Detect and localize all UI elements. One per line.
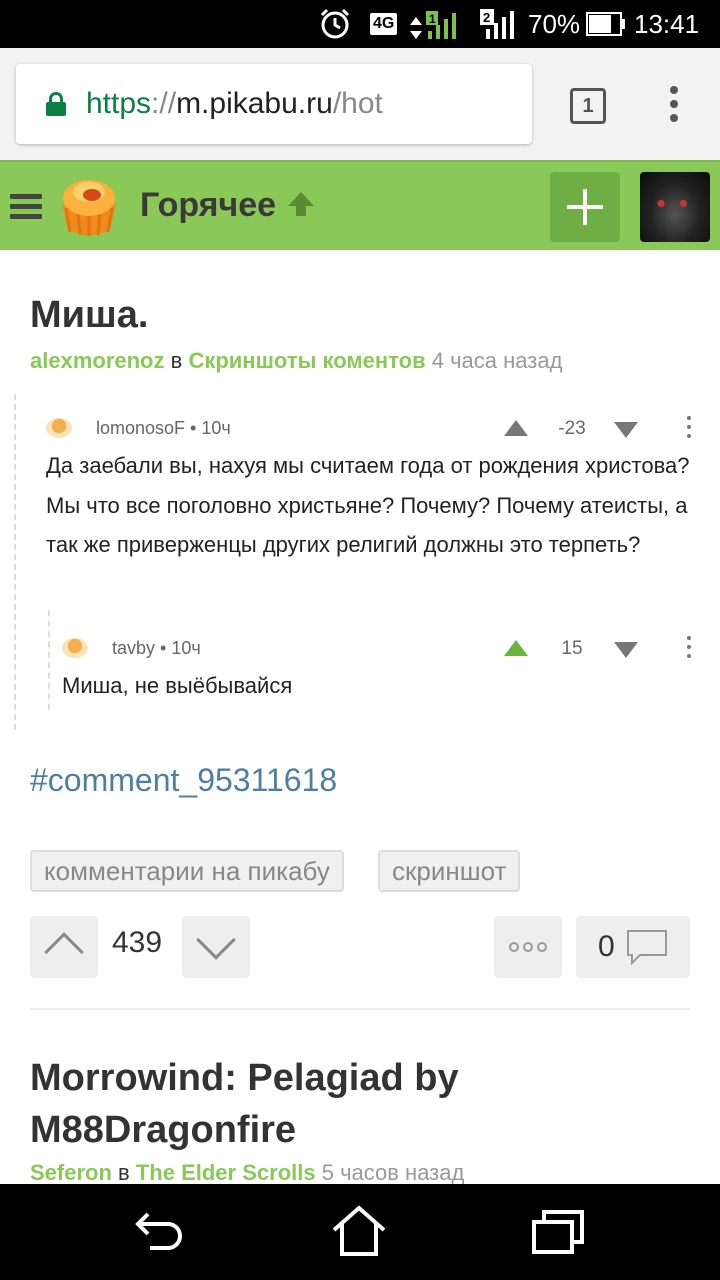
comments-count: 0 (598, 930, 615, 963)
network-type-icon: 4G (370, 0, 398, 48)
add-post-button[interactable] (550, 172, 620, 242)
chevron-up-icon (44, 932, 84, 972)
post-meta: Seferon в The Elder Scrolls 5 часов наза… (30, 1160, 465, 1185)
chevron-down-icon (196, 920, 236, 960)
comment-score: -23 (558, 418, 586, 439)
pikabu-logo-icon[interactable] (56, 174, 122, 240)
comment-more-icon (686, 636, 692, 662)
post-time: 4 часа назад (431, 348, 563, 373)
tag[interactable]: комментарии на пикабу (30, 850, 344, 892)
hamburger-menu-icon[interactable] (10, 194, 42, 220)
tag[interactable]: скриншот (378, 850, 521, 892)
comment-more-icon (686, 416, 692, 442)
downvote-button[interactable] (182, 916, 250, 978)
status-bar: 4G 1 2 70% 13:41 (0, 0, 720, 48)
thread-line (14, 394, 16, 730)
battery-percent: 70% (528, 8, 581, 39)
comment-downvote-icon (614, 422, 638, 438)
thread-line (48, 610, 50, 710)
comment-avatar (46, 418, 72, 438)
url-text: https://m.pikabu.ru/hot (86, 87, 383, 120)
comment-text: Да заебали вы, нахуя мы считаем года от … (46, 453, 690, 557)
site-header: Горячее (0, 160, 720, 250)
post-rating: 439 (112, 926, 163, 959)
post-community-link[interactable]: Скриншоты коментов (188, 348, 425, 373)
comment-bubble-icon (626, 929, 668, 970)
home-icon[interactable] (330, 1204, 388, 1263)
post-more-button[interactable] (494, 916, 562, 978)
svg-text:1: 1 (429, 12, 436, 26)
post-image-screenshot[interactable]: lomonosoF • 10ч -23 Да заебали вы, нахуя… (14, 394, 720, 730)
sort-arrow-up-icon[interactable] (286, 190, 316, 223)
comment-downvote-icon (614, 642, 638, 658)
comment-text: Миша, не выёбывайся (62, 673, 293, 698)
svg-text:2: 2 (483, 10, 490, 25)
post-author-link[interactable]: Seferon (30, 1160, 112, 1185)
comment-avatar (62, 638, 88, 658)
section-title[interactable]: Горячее (140, 186, 276, 225)
post-meta: alexmorenoz в Скриншоты коментов 4 часа … (30, 348, 563, 373)
recent-apps-icon[interactable] (530, 1206, 586, 1261)
comment-user: tavby • 10ч (112, 638, 201, 658)
tab-switcher-button[interactable]: 1 (570, 88, 606, 124)
browser-toolbar: https://m.pikabu.ru/hot 1 (0, 48, 720, 160)
post-community-link[interactable]: The Elder Scrolls (136, 1160, 316, 1185)
post-title[interactable]: Миша. (30, 294, 148, 337)
comment-upvote-icon (504, 420, 528, 436)
upvote-button[interactable] (30, 916, 98, 978)
system-nav-bar (0, 1184, 720, 1280)
post-divider (30, 1008, 690, 1010)
signal-sim2-icon: 2 (480, 0, 520, 48)
lock-icon (46, 92, 66, 116)
comment-score: 15 (561, 638, 583, 659)
post-time: 5 часов назад (321, 1160, 465, 1185)
comments-button[interactable]: 0 (576, 916, 690, 978)
comment-upvote-icon (504, 640, 528, 656)
battery-icon (586, 0, 626, 48)
address-bar[interactable]: https://m.pikabu.ru/hot (16, 64, 532, 144)
clock: 13:41 (634, 8, 700, 39)
back-icon[interactable] (134, 1208, 186, 1259)
signal-sim1-icon: 1 (410, 0, 466, 48)
alarm-icon (318, 0, 352, 48)
post-text-link[interactable]: #comment_95311618 (30, 762, 337, 799)
comment-user: lomonosoF • 10ч (96, 418, 231, 438)
post-author-link[interactable]: alexmorenoz (30, 348, 165, 373)
user-avatar[interactable] (640, 172, 710, 242)
browser-menu-icon[interactable] (664, 86, 684, 126)
post-title[interactable]: Morrowind: Pelagiad by M88Dragonfire (30, 1052, 690, 1156)
